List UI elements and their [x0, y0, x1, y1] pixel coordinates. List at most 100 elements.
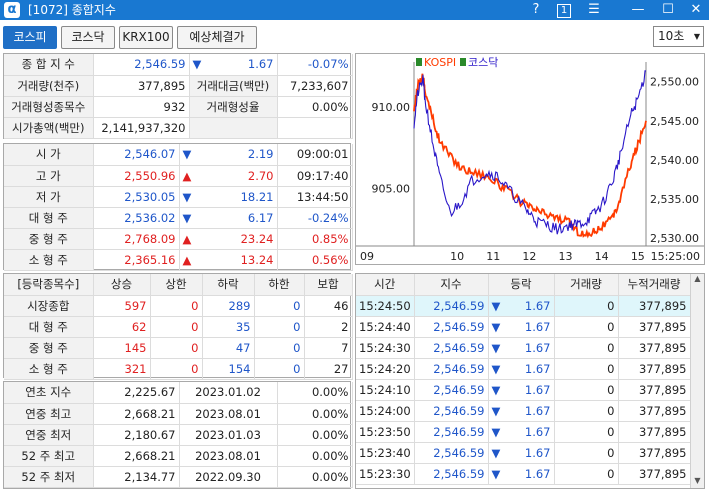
breadth-row: 대 형 주 62 0 35 0 2: [4, 316, 353, 338]
down-arrow-icon: ▼: [491, 466, 501, 481]
tick-cum-volume: 377,895: [618, 337, 691, 359]
down-arrow-icon: ▼: [491, 340, 501, 355]
summary-panel: 종 합 지 수 2,546.59 ▼ 1.67 -0.07% 거래량(천주) 37…: [3, 53, 353, 139]
interval-select[interactable]: 10초 ▼: [653, 26, 704, 47]
breadth-up: 597: [93, 295, 151, 317]
records-panel: 연초 지수 2,225.67 2023.01.02 0.00% 연중 최고 2,668.2…: [3, 381, 353, 489]
down-arrow-icon: ▼: [491, 382, 501, 397]
screen-number-button[interactable]: 1: [552, 0, 576, 20]
help-button[interactable]: ?: [524, 0, 548, 20]
summary-row: 시가총액(백만) 2,141,937,320: [4, 117, 353, 139]
price-row: 대 형 주 2,536.02 ▼ 6.17 -0.24%: [4, 207, 353, 229]
ticks-header-cell: 누적거래량: [618, 274, 691, 296]
tick-change: 1.67: [524, 319, 551, 334]
breadth-row: 중 형 주 145 0 47 0 7: [4, 337, 353, 359]
price-value: 2,536.02: [93, 207, 180, 229]
breadth-header-cell: [등락종목수]: [4, 274, 94, 296]
tab-expected-price[interactable]: 예상체결가: [177, 26, 257, 49]
composite-index-value: 2,546.59: [93, 54, 190, 76]
market-cap-value: 2,141,937,320: [93, 117, 190, 139]
tick-row[interactable]: 15:24:50 2,546.59 ▼ 1.67 0 377,895: [356, 295, 691, 317]
breadth-flat: 46: [304, 295, 353, 317]
breadth-uplimit: 0: [150, 316, 203, 338]
breadth-down: 154: [202, 358, 255, 380]
x-tick-label: 09: [360, 250, 374, 263]
record-label: 연초 지수: [4, 382, 94, 404]
series-line-kospi: [413, 73, 647, 239]
record-row: 연중 최저 2,180.67 2023.01.03 0.00%: [4, 424, 353, 446]
record-row: 52 주 최고 2,668.21 2023.08.01 0.00%: [4, 445, 353, 467]
summary-row: 거래량(천주) 377,895 거래대금(백만) 7,233,607: [4, 75, 353, 97]
tick-row[interactable]: 15:23:50 2,546.59 ▼ 1.67 0 377,895: [356, 421, 691, 443]
ticks-header: 시간 지수 등락 거래량 누적거래량: [356, 274, 691, 296]
scroll-up-icon[interactable]: ▲: [691, 274, 704, 286]
tick-row[interactable]: 15:23:40 2,546.59 ▼ 1.67 0 377,895: [356, 442, 691, 464]
scroll-down-icon[interactable]: ▼: [691, 476, 704, 488]
price-value: 2,550.96: [93, 165, 180, 187]
trade-ratio-label: 거래형성율: [189, 96, 278, 118]
left-tick-label: 910.00: [372, 101, 411, 114]
price-change: 23.24: [240, 231, 274, 246]
record-date: 2023.01.02: [179, 382, 278, 404]
tick-index: 2,546.59: [414, 316, 489, 338]
tick-index: 2,546.59: [414, 421, 489, 443]
tick-row[interactable]: 15:23:30 2,546.59 ▼ 1.67 0 377,895: [356, 463, 691, 485]
price-change: 2.70: [247, 168, 274, 183]
legend-kospi-icon: [416, 58, 422, 66]
price-extra: 0.85%: [277, 228, 353, 250]
breadth-header-cell: 보합: [304, 274, 353, 296]
menu-icon[interactable]: ☰: [582, 0, 606, 20]
app-logo-icon: α: [4, 2, 20, 18]
breadth-panel: [등락종목수] 상승 상한 하락 하한 보합 시장종합 597 0 289 0 46 대 형 주 62 0…: [3, 273, 353, 380]
price-panel: 시 가 2,546.07 ▼ 2.19 09:00:01 고 가 2,550.96 ▲ 2.70…: [3, 143, 353, 271]
price-label: 소 형 주: [4, 249, 94, 271]
down-arrow-icon: ▼: [491, 361, 501, 376]
tab-kospi[interactable]: 코스피: [3, 26, 57, 49]
price-change: 6.17: [247, 210, 274, 225]
record-date: 2023.08.01: [179, 403, 278, 425]
tab-krx100[interactable]: KRX100: [119, 26, 173, 49]
close-button[interactable]: ✕: [684, 0, 708, 20]
price-extra: 09:00:01: [277, 144, 353, 166]
breadth-downlimit: 0: [254, 358, 305, 380]
price-extra: -0.24%: [277, 207, 353, 229]
right-tick-label: 2,535.00: [650, 193, 699, 206]
record-pct: 0.00%: [277, 382, 353, 404]
tick-row[interactable]: 15:24:00 2,546.59 ▼ 1.67 0 377,895: [356, 400, 691, 422]
breadth-up: 62: [93, 316, 151, 338]
price-label: 대 형 주: [4, 207, 94, 229]
down-arrow-icon: ▼: [491, 298, 501, 313]
tick-index: 2,546.59: [414, 442, 489, 464]
tick-volume: 0: [554, 442, 619, 464]
maximize-button[interactable]: ☐: [656, 0, 680, 20]
tick-change: 1.67: [524, 466, 551, 481]
down-arrow-icon: ▼: [182, 210, 192, 225]
ticks-scrollbar[interactable]: ▲ ▼: [690, 274, 704, 488]
tick-cum-volume: 377,895: [618, 421, 691, 443]
price-row: 고 가 2,550.96 ▲ 2.70 09:17:40: [4, 165, 353, 187]
chevron-down-icon: ▼: [693, 32, 700, 41]
tick-time: 15:24:50: [356, 295, 415, 317]
minimize-button[interactable]: —: [626, 0, 650, 20]
breadth-downlimit: 0: [254, 295, 305, 317]
tick-cum-volume: 377,895: [618, 379, 691, 401]
breadth-flat: 27: [304, 358, 353, 380]
breadth-header-cell: 상한: [150, 274, 203, 296]
tick-cum-volume: 377,895: [618, 400, 691, 422]
title-bar: α [1072] 종합지수 ? 1 ☰ — ☐ ✕: [0, 0, 709, 20]
tab-kosdaq[interactable]: 코스닥: [61, 26, 115, 49]
right-tick-label: 2,540.00: [650, 154, 699, 167]
legend-kosdaq: 코스닥: [468, 56, 498, 69]
breadth-header-cell: 하한: [254, 274, 305, 296]
summary-row: 종 합 지 수 2,546.59 ▼ 1.67 -0.07%: [4, 54, 353, 76]
tick-row[interactable]: 15:24:30 2,546.59 ▼ 1.67 0 377,895: [356, 337, 691, 359]
tick-row[interactable]: 15:24:40 2,546.59 ▼ 1.67 0 377,895: [356, 316, 691, 338]
tick-row[interactable]: 15:24:20 2,546.59 ▼ 1.67 0 377,895: [356, 358, 691, 380]
x-tick-label-end: 15:25:00: [651, 250, 700, 263]
record-value: 2,180.67: [93, 424, 180, 446]
tick-index: 2,546.59: [414, 295, 489, 317]
price-value: 2,768.09: [93, 228, 180, 250]
x-tick-label: 15: [631, 250, 645, 263]
tick-time: 15:24:10: [356, 379, 415, 401]
tick-row[interactable]: 15:24:10 2,546.59 ▼ 1.67 0 377,895: [356, 379, 691, 401]
